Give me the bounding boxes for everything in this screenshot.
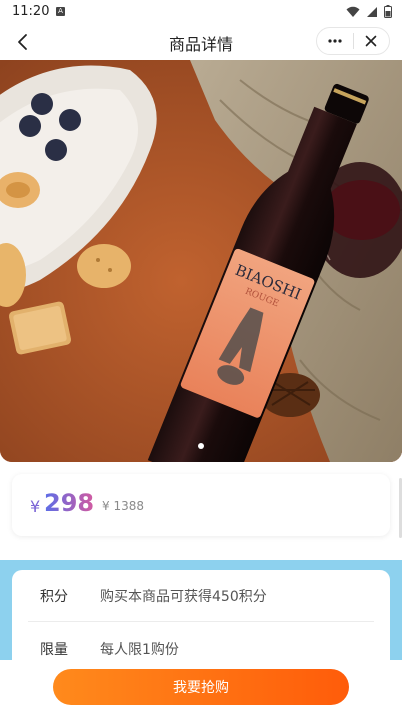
status-bar: 11:20 A: [0, 0, 402, 24]
product-image-carousel[interactable]: BIAOSHI ROUGE: [0, 60, 402, 462]
cellular-signal-icon: [367, 6, 377, 17]
mini-program-capsule: [316, 27, 390, 55]
notification-a-icon: A: [56, 7, 65, 16]
current-price: 298: [44, 489, 95, 517]
info-value: 每人限1购份: [100, 642, 179, 658]
close-icon: [365, 35, 377, 47]
buy-now-button[interactable]: 我要抢购: [53, 669, 349, 705]
wifi-icon: [346, 6, 360, 17]
wine-bottle-product-photo: BIAOSHI ROUGE: [0, 60, 402, 462]
price-currency: ¥: [30, 497, 41, 516]
info-row-points: 积分 购买本商品可获得450积分: [28, 570, 374, 622]
more-button[interactable]: [317, 28, 353, 54]
status-icons: [346, 5, 392, 18]
more-dots-icon: [328, 39, 342, 43]
nav-bar: 商品详情: [0, 24, 402, 60]
carousel-indicator-dot: [198, 443, 204, 449]
bottom-action-bar: 我要抢购: [0, 660, 402, 714]
battery-icon: [384, 5, 392, 18]
back-button[interactable]: [8, 28, 36, 56]
price-card: ¥ 298 ¥ 1388: [12, 474, 390, 536]
chevron-left-icon: [18, 34, 27, 50]
info-value: 购买本商品可获得450积分: [100, 588, 267, 605]
info-label: 限量: [40, 642, 68, 658]
close-button[interactable]: [354, 28, 390, 54]
original-price: ¥ 1388: [102, 499, 144, 513]
info-label: 积分: [40, 588, 68, 605]
status-time: 11:20: [12, 4, 50, 19]
